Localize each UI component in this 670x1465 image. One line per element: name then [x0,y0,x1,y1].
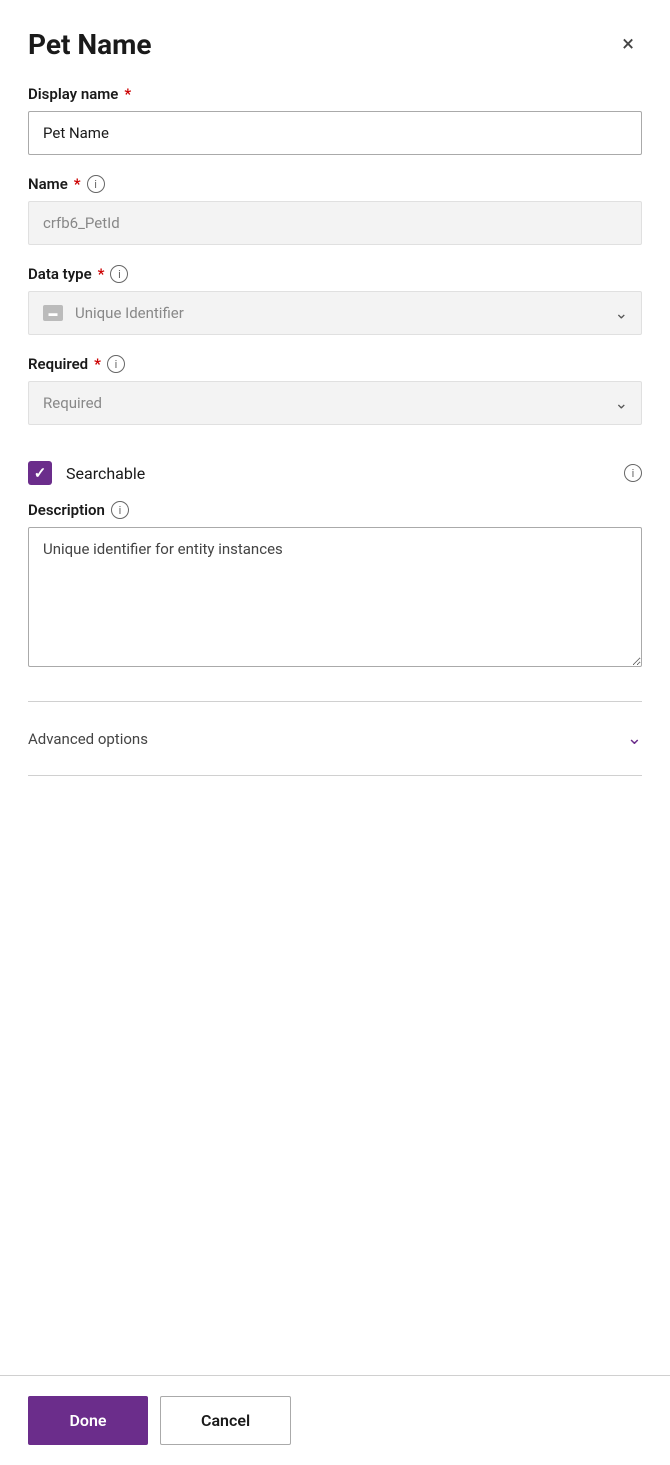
panel-title: Pet Name [28,28,152,61]
required-info-icon[interactable]: i [107,355,125,373]
required-value: Required [43,394,102,412]
done-button[interactable]: Done [28,1396,148,1445]
required-required: * [94,355,101,373]
display-name-group: Display name * [28,85,642,155]
cancel-button[interactable]: Cancel [160,1396,291,1445]
spacer [28,786,642,1375]
data-type-required: * [98,265,105,283]
description-info-icon[interactable]: i [111,501,129,519]
searchable-container: ✓ Searchable [28,461,610,485]
description-group: Description i Unique identifier for enti… [28,501,642,671]
required-label: Required * i [28,355,642,373]
name-input [28,201,642,245]
data-type-value: Unique Identifier [75,304,184,322]
name-required: * [74,175,81,193]
description-label: Description i [28,501,642,519]
checkmark-icon: ✓ [34,466,47,481]
data-type-icon: ▬ [43,305,63,321]
searchable-checkbox[interactable]: ✓ [28,461,52,485]
data-type-select-wrapper: ▬ Unique Identifier ⌄ [28,291,642,335]
data-type-info-icon[interactable]: i [110,265,128,283]
display-name-input[interactable] [28,111,642,155]
advanced-options-label: Advanced options [28,730,148,748]
advanced-options-divider-top [28,701,642,702]
name-group: Name * i [28,175,642,245]
required-select[interactable]: Required [28,381,642,425]
data-type-select[interactable]: ▬ Unique Identifier [28,291,642,335]
display-name-label: Display name * [28,85,642,103]
searchable-label: Searchable [66,464,145,483]
name-label: Name * i [28,175,642,193]
description-textarea[interactable]: Unique identifier for entity instances [28,527,642,667]
name-info-icon[interactable]: i [87,175,105,193]
data-type-group: Data type * i ▬ Unique Identifier ⌄ [28,265,642,335]
data-type-label: Data type * i [28,265,642,283]
display-name-required: * [124,85,131,103]
required-select-wrapper: Required ⌄ [28,381,642,425]
advanced-options-row[interactable]: Advanced options ⌄ [28,712,642,765]
searchable-info-icon[interactable]: i [624,464,642,482]
advanced-options-chevron-icon: ⌄ [627,728,642,749]
close-button[interactable]: × [614,30,642,60]
required-group: Required * i Required ⌄ [28,355,642,425]
searchable-row: ✓ Searchable i [28,445,642,501]
panel-header: Pet Name × [28,28,642,61]
advanced-options-divider-bottom [28,775,642,776]
footer: Done Cancel [0,1375,670,1465]
